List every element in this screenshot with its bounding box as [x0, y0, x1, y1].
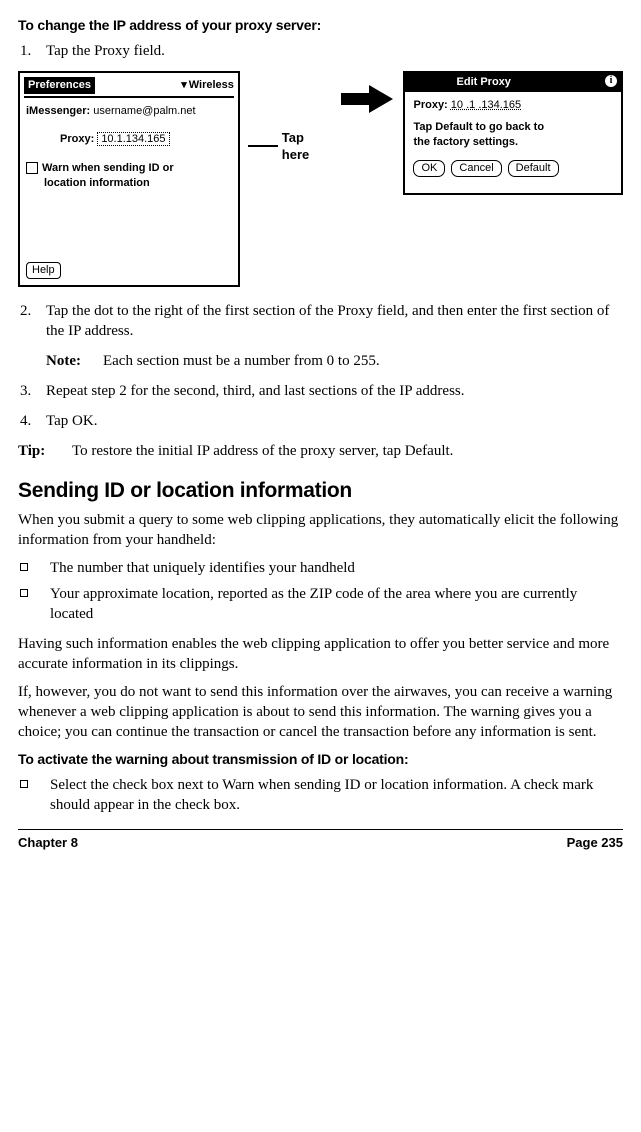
help-button[interactable]: Help	[26, 262, 61, 279]
tip-label: Tip:	[18, 441, 50, 461]
proxy-field[interactable]: 10.1.134.165	[97, 132, 169, 146]
imessenger-row: iMessenger: username@palm.net	[26, 104, 232, 119]
bullet-3: Select the check box next to Warn when s…	[18, 775, 623, 815]
edit-title: Edit Proxy	[457, 75, 511, 90]
bullet-list-1: The number that uniquely identifies your…	[18, 558, 623, 624]
edit-msg-1: Tap Default to go back to	[413, 120, 613, 135]
cancel-button[interactable]: Cancel	[451, 160, 501, 177]
callout-line	[248, 145, 278, 147]
note-block: Note: Each section must be a number from…	[46, 351, 623, 371]
warn-text-2: location information	[26, 176, 232, 191]
step-3: Repeat step 2 for the second, third, and…	[18, 381, 623, 401]
paragraph-2: Having such information enables the web …	[18, 634, 623, 674]
arrow-column	[339, 71, 395, 117]
edit-proxy-field[interactable]: 10 .1 .134.165	[451, 99, 521, 111]
screenshot-preferences: Preferences Wireless iMessenger: usernam…	[18, 71, 240, 287]
note-text: Each section must be a number from 0 to …	[103, 351, 380, 371]
step-2: Tap the dot to the right of the first se…	[18, 301, 623, 341]
edit-msg-2: the factory settings.	[413, 135, 613, 150]
procedure-heading-2: To activate the warning about transmissi…	[18, 750, 623, 769]
edit-proxy-row: Proxy: 10 .1 .134.165	[413, 98, 613, 113]
page-footer: Chapter 8 Page 235	[18, 829, 623, 851]
callout-column: Tap here	[248, 71, 332, 164]
bullet-1: The number that uniquely identifies your…	[18, 558, 623, 578]
steps-list-2: Tap the dot to the right of the first se…	[18, 301, 623, 341]
bullet-list-2: Select the check box next to Warn when s…	[18, 775, 623, 815]
tip-block: Tip: To restore the initial IP address o…	[18, 441, 623, 461]
prefs-title: Preferences	[24, 77, 95, 94]
warn-text-1: Warn when sending ID or	[42, 162, 174, 174]
default-button[interactable]: Default	[508, 160, 559, 177]
callout-text: Tap here	[282, 129, 332, 164]
ok-button[interactable]: OK	[413, 160, 445, 177]
imessenger-label: iMessenger:	[26, 105, 90, 117]
procedure-heading-1: To change the IP address of your proxy s…	[18, 16, 623, 35]
step-4: Tap OK.	[18, 411, 623, 431]
footer-page: Page 235	[567, 834, 623, 851]
proxy-row: Proxy: 10.1.134.165	[26, 132, 232, 147]
info-icon[interactable]: i	[605, 75, 617, 87]
screenshot-edit-proxy: Edit Proxy i Proxy: 10 .1 .134.165 Tap D…	[403, 71, 623, 195]
warn-checkbox[interactable]	[26, 162, 38, 174]
wireless-dropdown[interactable]: Wireless	[181, 78, 234, 93]
bullet-2: Your approximate location, reported as t…	[18, 584, 623, 624]
note-label: Note:	[46, 351, 81, 371]
tip-text: To restore the initial IP address of the…	[72, 441, 453, 461]
figure-row: Preferences Wireless iMessenger: usernam…	[18, 71, 623, 287]
edit-proxy-label: Proxy:	[413, 99, 447, 111]
paragraph-3: If, however, you do not want to send thi…	[18, 682, 623, 742]
arrow-icon	[339, 81, 395, 117]
footer-chapter: Chapter 8	[18, 834, 78, 851]
step-1: Tap the Proxy field.	[18, 41, 623, 61]
paragraph-1: When you submit a query to some web clip…	[18, 510, 623, 550]
warn-row: Warn when sending ID or location informa…	[26, 161, 232, 190]
steps-list-1: Tap the Proxy field.	[18, 41, 623, 61]
steps-list-3: Repeat step 2 for the second, third, and…	[18, 381, 623, 431]
proxy-label: Proxy:	[60, 133, 94, 145]
section-heading: Sending ID or location information	[18, 477, 623, 505]
imessenger-value: username@palm.net	[93, 105, 195, 117]
